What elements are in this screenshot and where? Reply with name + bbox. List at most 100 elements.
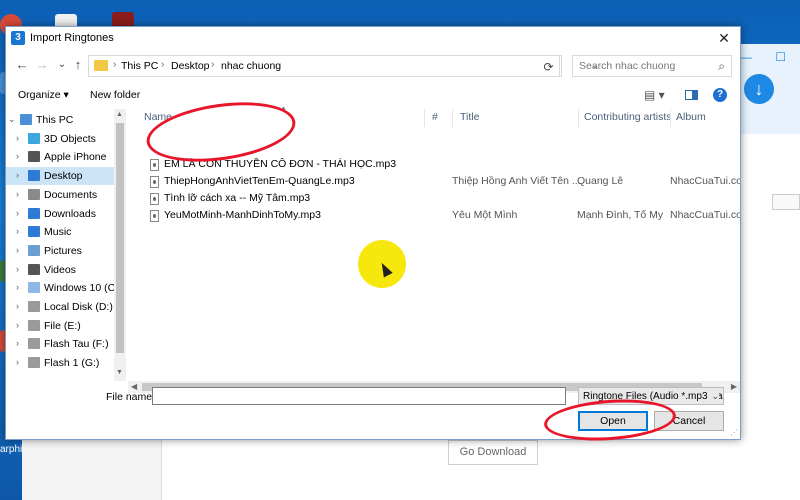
- column-divider[interactable]: [424, 109, 425, 127]
- chevron-right-icon[interactable]: ›: [16, 133, 19, 143]
- import-ringtones-dialog: 3 Import Ringtones ✕ ← → ⌄ ↑ › This PC ›…: [5, 26, 741, 440]
- column-divider[interactable]: [578, 109, 579, 127]
- column-album[interactable]: Album: [676, 111, 706, 123]
- recent-locations-icon[interactable]: ⌄: [54, 57, 70, 73]
- breadcrumb-desktop[interactable]: Desktop: [171, 60, 210, 72]
- pictures-icon: [28, 244, 40, 256]
- column-title[interactable]: Title: [460, 111, 479, 123]
- tree-item-label: Music: [44, 226, 72, 239]
- chevron-right-icon[interactable]: ›: [16, 189, 19, 199]
- organize-button[interactable]: Organize ▾: [18, 89, 69, 101]
- breadcrumb-separator: ›: [113, 59, 117, 70]
- tree-item[interactable]: ⌄ This PC: [6, 111, 114, 129]
- videos-icon: [28, 263, 40, 275]
- help-icon[interactable]: ?: [713, 88, 727, 102]
- file-row[interactable]: ThiepHongAnhVietTenEm-QuangLe.mp3 Thiệp H…: [140, 174, 740, 190]
- mp3-file-icon: [150, 159, 159, 171]
- chevron-right-icon[interactable]: ›: [16, 338, 19, 348]
- app-icon: 3: [11, 31, 25, 45]
- tree-item[interactable]: › Flash 1 (G:): [6, 354, 114, 372]
- drive-icon: [28, 338, 40, 350]
- chevron-right-icon[interactable]: ›: [16, 264, 19, 274]
- dialog-titlebar[interactable]: 3 Import Ringtones ✕: [6, 27, 740, 49]
- file-artist: Quang Lê: [577, 175, 624, 187]
- chevron-right-icon[interactable]: ›: [16, 357, 19, 367]
- file-name-label: File name:: [106, 391, 156, 403]
- breadcrumb-nhac-chuong[interactable]: nhac chuong: [221, 60, 281, 72]
- scroll-up-icon[interactable]: ▲: [116, 111, 123, 118]
- chevron-down-icon[interactable]: ⌄: [8, 114, 16, 125]
- chevron-right-icon[interactable]: ›: [16, 208, 19, 218]
- breadcrumb-this-pc[interactable]: This PC: [121, 60, 158, 72]
- chevron-right-icon[interactable]: ›: [16, 170, 19, 180]
- dialog-title: Import Ringtones: [30, 32, 114, 44]
- chevron-right-icon[interactable]: ›: [16, 320, 19, 330]
- search-input[interactable]: Search nhac chuong ⌕: [572, 55, 732, 77]
- tree-item-label: Videos: [44, 263, 76, 276]
- file-name: ThiepHongAnhVietTenEm-QuangLe.mp3: [164, 175, 355, 187]
- column-contributing-artists[interactable]: Contributing artists: [584, 111, 672, 123]
- scroll-down-icon[interactable]: ▼: [116, 369, 123, 376]
- new-folder-button[interactable]: New folder: [90, 89, 140, 101]
- tree-item[interactable]: › 3D Objects: [6, 130, 114, 148]
- download-icon[interactable]: ↓: [744, 74, 774, 104]
- chevron-right-icon[interactable]: ›: [16, 245, 19, 255]
- back-icon[interactable]: ←: [14, 57, 30, 73]
- column-divider[interactable]: [670, 109, 671, 127]
- forward-icon[interactable]: →: [34, 57, 50, 73]
- tree-item[interactable]: › Windows 10 (C:): [6, 279, 122, 297]
- scroll-left-icon[interactable]: ◀: [131, 382, 137, 391]
- background-app-window: — ☐ ↓: [735, 44, 800, 500]
- chevron-right-icon[interactable]: ›: [16, 301, 19, 311]
- tree-item-label: Flash Tau (F:): [44, 338, 109, 351]
- address-bar[interactable]: › This PC › Desktop › nhac chuong ⌄: [88, 55, 599, 77]
- desktop-icon: [28, 170, 40, 182]
- tree-item[interactable]: › Desktop: [6, 167, 114, 186]
- column-track-number[interactable]: #: [432, 111, 438, 123]
- scroll-right-icon[interactable]: ▶: [731, 382, 737, 391]
- preview-pane-icon[interactable]: [685, 90, 698, 100]
- tree-item[interactable]: › Apple iPhone: [6, 148, 114, 166]
- nav-scrollbar[interactable]: ▲ ▼: [114, 109, 126, 381]
- tree-item[interactable]: › Pictures: [6, 242, 114, 260]
- background-app-field[interactable]: [772, 194, 800, 210]
- desktop-partial-label: arphi: [0, 444, 23, 455]
- tree-item-label: Apple iPhone: [44, 151, 107, 164]
- chevron-right-icon[interactable]: ›: [16, 282, 19, 292]
- drive-icon: [28, 319, 40, 331]
- file-row[interactable]: EM LÀ CON THUYỀN CÔ ĐƠN - THÁI HỌC.mp3: [140, 157, 740, 173]
- mp3-file-icon: [150, 210, 159, 222]
- resize-grip-icon[interactable]: ⋰: [730, 428, 738, 437]
- column-divider[interactable]: [452, 109, 453, 127]
- chevron-right-icon[interactable]: ›: [16, 151, 19, 161]
- file-title: Thiệp Hồng Anh Viết Tên ...: [452, 175, 581, 187]
- tree-item[interactable]: › Local Disk (D:): [6, 298, 114, 316]
- address-row: ← → ⌄ ↑ › This PC › Desktop › nhac chuon…: [6, 51, 740, 81]
- file-name: YeuMotMinh-ManhDinhToMy.mp3: [164, 209, 321, 221]
- window-controls[interactable]: — ☐: [740, 50, 796, 64]
- file-row[interactable]: YeuMotMinh-ManhDinhToMy.mp3 Yêu Một Mình M…: [140, 208, 740, 224]
- breadcrumb-separator: ›: [211, 59, 215, 70]
- drive-icon: [28, 357, 40, 369]
- view-options-icon[interactable]: ▤ ▾: [644, 88, 665, 102]
- file-name-input[interactable]: ⌄: [152, 387, 709, 405]
- scrollbar-thumb[interactable]: [116, 123, 124, 353]
- tree-item[interactable]: › Flash Tau (F:): [6, 335, 114, 353]
- tree-item[interactable]: › File (E:): [6, 317, 114, 335]
- phone-icon: [28, 151, 40, 163]
- chevron-right-icon[interactable]: ›: [16, 226, 19, 236]
- tree-item[interactable]: › Music: [6, 223, 114, 241]
- tree-item-label: File (E:): [44, 319, 81, 332]
- tree-item[interactable]: › Downloads: [6, 205, 114, 223]
- file-name: Tình lỡ cách xa -- Mỹ Tâm.mp3: [164, 192, 311, 204]
- tree-item-label: Flash 1 (G:): [44, 357, 100, 370]
- close-icon[interactable]: ✕: [714, 29, 734, 47]
- tree-item[interactable]: › Documents: [6, 186, 114, 204]
- search-placeholder: Search nhac chuong: [579, 60, 676, 72]
- up-icon[interactable]: ↑: [70, 57, 86, 73]
- tree-item[interactable]: › Videos: [6, 261, 114, 279]
- go-download-button[interactable]: Go Download: [448, 440, 538, 465]
- mp3-file-icon: [150, 176, 159, 188]
- file-row[interactable]: Tình lỡ cách xa -- Mỹ Tâm.mp3: [140, 191, 740, 207]
- refresh-icon[interactable]: ⟳: [538, 55, 560, 77]
